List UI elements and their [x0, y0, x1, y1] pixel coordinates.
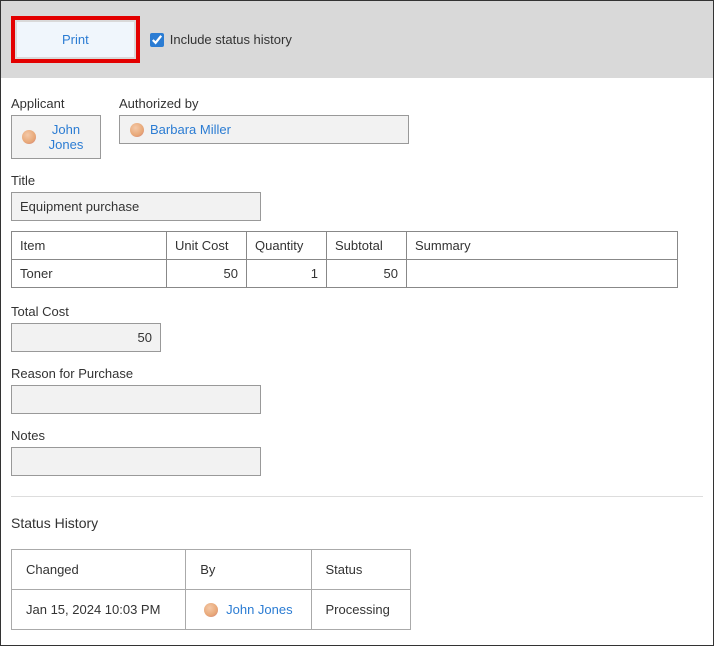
quantity-cell: 1: [247, 260, 327, 288]
applicant-box: John Jones: [11, 115, 101, 159]
print-button[interactable]: Print: [17, 22, 134, 57]
applicant-label: Applicant: [11, 96, 101, 111]
status-history-title: Status History: [11, 515, 703, 531]
items-header-unitcost: Unit Cost: [167, 232, 247, 260]
summary-cell: [407, 260, 678, 288]
history-header-status: Status: [311, 550, 411, 590]
history-by-link[interactable]: John Jones: [226, 602, 293, 617]
avatar-icon: [204, 603, 218, 617]
title-value: Equipment purchase: [11, 192, 261, 221]
authorized-group: Authorized by Barbara Miller: [119, 96, 409, 159]
items-header-summary: Summary: [407, 232, 678, 260]
items-table: Item Unit Cost Quantity Subtotal Summary…: [11, 231, 678, 288]
avatar-icon: [22, 130, 36, 144]
history-status-cell: Processing: [311, 590, 411, 630]
authorized-label: Authorized by: [119, 96, 409, 111]
include-history-checkbox[interactable]: [150, 33, 164, 47]
total-cost-value: 50: [11, 323, 161, 352]
reason-value: [11, 385, 261, 414]
items-header-quantity: Quantity: [247, 232, 327, 260]
include-history-label-wrap[interactable]: Include status history: [150, 32, 292, 47]
authorized-box: Barbara Miller: [119, 115, 409, 144]
history-header-by: By: [186, 550, 311, 590]
reason-label: Reason for Purchase: [11, 366, 703, 381]
toolbar: Print Include status history: [1, 1, 713, 78]
notes-label: Notes: [11, 428, 703, 443]
include-history-label: Include status history: [170, 32, 292, 47]
items-header-subtotal: Subtotal: [327, 232, 407, 260]
status-history-table: Changed By Status Jan 15, 2024 10:03 PM …: [11, 549, 411, 630]
print-button-highlight: Print: [11, 16, 140, 63]
item-cell: Toner: [12, 260, 167, 288]
applicant-group: Applicant John Jones: [11, 96, 101, 159]
history-header-changed: Changed: [12, 550, 186, 590]
unitcost-cell: 50: [167, 260, 247, 288]
subtotal-cell: 50: [327, 260, 407, 288]
notes-value: [11, 447, 261, 476]
items-header-item: Item: [12, 232, 167, 260]
title-label: Title: [11, 173, 703, 188]
content-area: Applicant John Jones Authorized by Barba…: [1, 78, 713, 640]
divider: [11, 496, 703, 497]
authorized-link[interactable]: Barbara Miller: [150, 122, 231, 137]
applicant-link[interactable]: John Jones: [42, 122, 90, 152]
table-row: Toner 50 1 50: [12, 260, 678, 288]
total-cost-label: Total Cost: [11, 304, 703, 319]
history-changed-cell: Jan 15, 2024 10:03 PM: [12, 590, 186, 630]
history-row: Jan 15, 2024 10:03 PM John Jones Process…: [12, 590, 411, 630]
avatar-icon: [130, 123, 144, 137]
history-by-cell: John Jones: [186, 590, 311, 630]
